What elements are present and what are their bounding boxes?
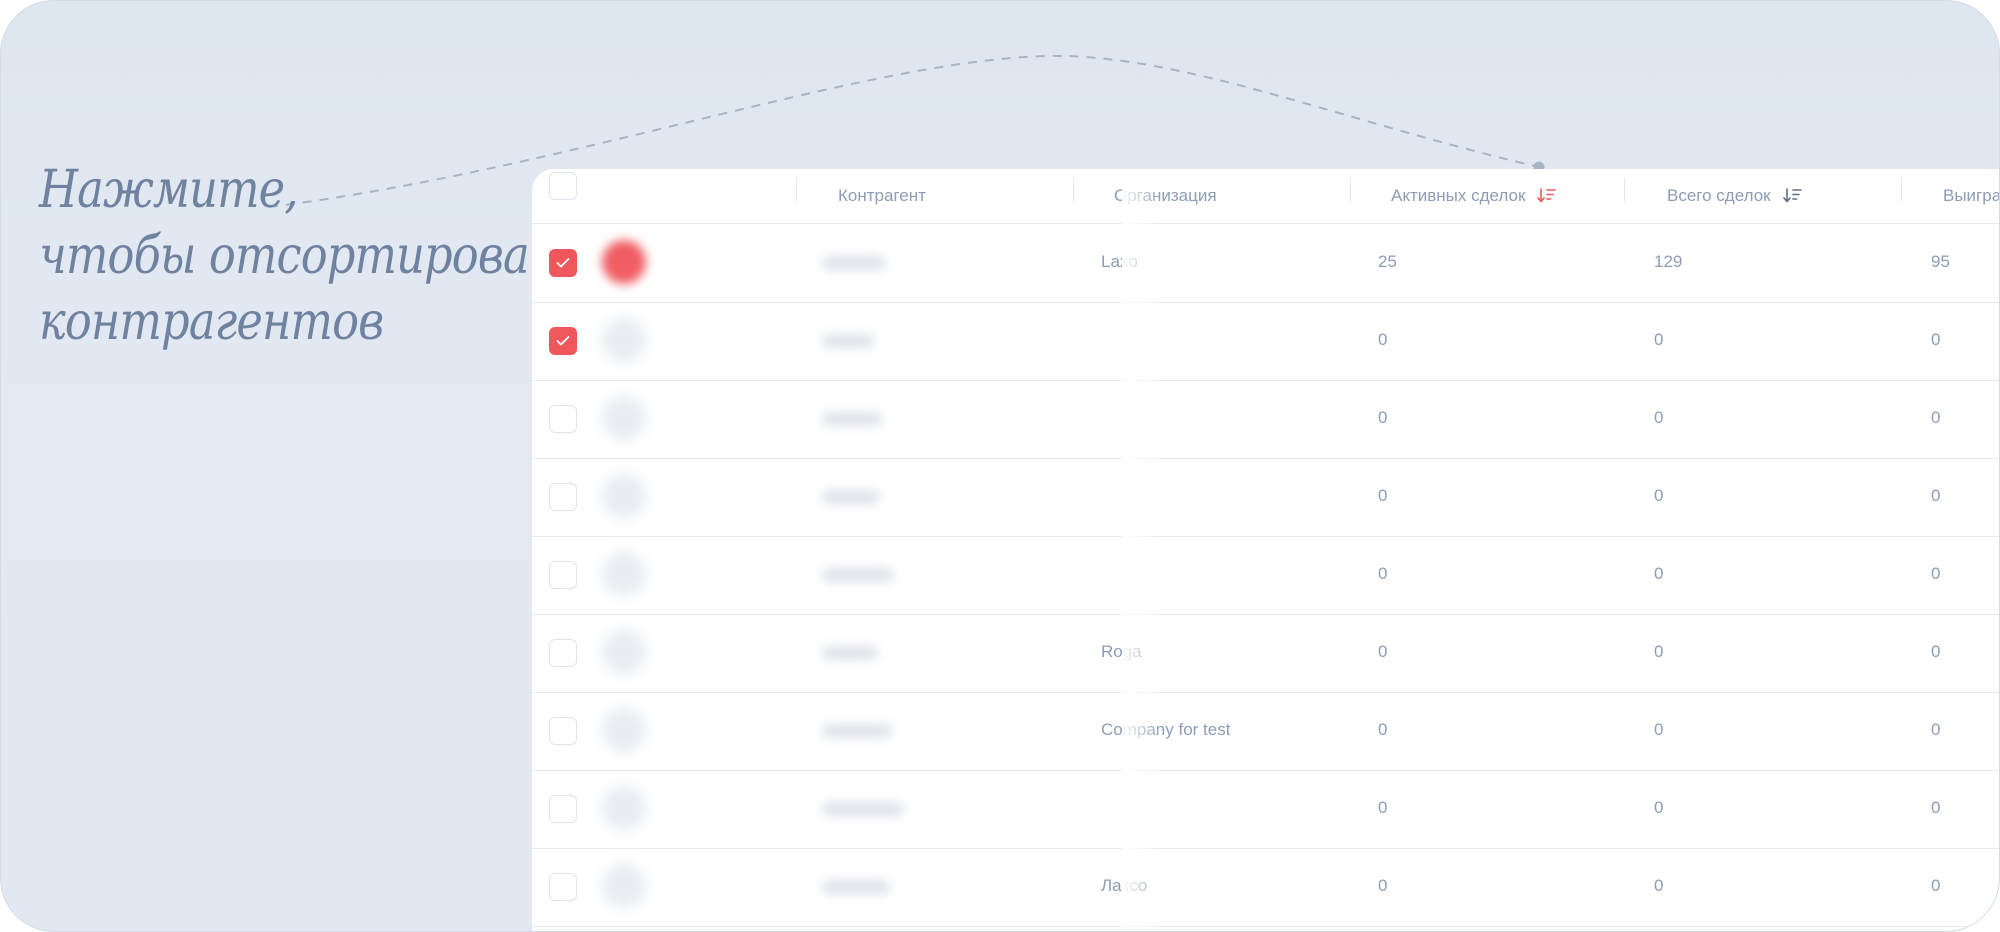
hint-line-2: чтобы отсортировать	[39, 226, 595, 286]
won-deals-cell: 0	[1931, 642, 1941, 661]
table-row[interactable]: Лаксо 0 0 0	[532, 848, 1999, 927]
won-deals-cell: 0	[1931, 720, 1941, 739]
counterparty-name-blurred	[822, 412, 882, 426]
row-checkbox[interactable]	[549, 327, 577, 355]
total-deals-cell: 0	[1654, 330, 1664, 349]
column-header-label: Выигра	[1943, 186, 2000, 205]
active-deals-cell: 0	[1378, 720, 1388, 739]
row-checkbox[interactable]	[549, 561, 577, 589]
avatar	[602, 474, 646, 518]
avatar	[602, 318, 646, 362]
won-deals-cell: 0	[1931, 408, 1941, 427]
row-checkbox[interactable]	[549, 639, 577, 667]
column-separator	[1073, 178, 1074, 202]
avatar	[602, 786, 646, 830]
counterparty-name-blurred	[822, 490, 880, 504]
column-header-organization[interactable]: Организация	[1114, 169, 1217, 223]
total-deals-cell: 0	[1654, 564, 1664, 583]
won-deals-cell: 95	[1931, 252, 1950, 271]
avatar	[602, 630, 646, 674]
row-checkbox[interactable]	[549, 873, 577, 901]
row-checkbox[interactable]	[549, 717, 577, 745]
active-deals-cell: 25	[1378, 252, 1397, 271]
table-row[interactable]: Company for test 0 0 0	[532, 692, 1999, 771]
column-separator	[1624, 178, 1625, 202]
hint-line-3: контрагентов	[39, 292, 384, 352]
row-checkbox[interactable]	[549, 405, 577, 433]
active-deals-cell: 0	[1378, 486, 1388, 505]
active-deals-cell: 0	[1378, 408, 1388, 427]
active-deals-cell: 0	[1378, 876, 1388, 895]
counterparty-name-blurred	[822, 568, 894, 582]
organization-cell: Company for test	[1101, 720, 1231, 739]
column-header-active-deals[interactable]: Активных сделок	[1391, 169, 1557, 223]
counterparties-table: Контрагент Организация Активных сделок В…	[532, 169, 2000, 931]
total-deals-cell: 0	[1654, 642, 1664, 661]
table-row[interactable]: Laxo 25 129 95	[532, 224, 1999, 303]
table-row[interactable]: 0 0 0	[532, 380, 1999, 459]
active-deals-cell: 0	[1378, 564, 1388, 583]
column-separator	[796, 178, 797, 202]
counterparty-name-blurred	[822, 880, 890, 894]
checkmark-icon	[556, 336, 570, 346]
checkmark-icon	[556, 258, 570, 268]
table-header: Контрагент Организация Активных сделок В…	[532, 169, 2000, 224]
column-header-counterparty[interactable]: Контрагент	[838, 169, 926, 223]
won-deals-cell: 0	[1931, 330, 1941, 349]
active-deals-cell: 0	[1378, 798, 1388, 817]
total-deals-cell: 0	[1654, 408, 1664, 427]
organization-cell: Roga	[1101, 642, 1142, 661]
avatar	[602, 864, 646, 908]
total-deals-cell: 0	[1654, 876, 1664, 895]
won-deals-cell: 0	[1931, 876, 1941, 895]
avatar	[602, 552, 646, 596]
counterparty-name-blurred	[822, 646, 878, 660]
won-deals-cell: 0	[1931, 798, 1941, 817]
total-deals-cell: 129	[1654, 252, 1683, 271]
row-checkbox[interactable]	[549, 249, 577, 277]
won-deals-cell: 0	[1931, 564, 1941, 583]
table-row[interactable]: 0 0 0	[532, 458, 1999, 537]
total-deals-cell: 0	[1654, 720, 1664, 739]
column-separator	[1350, 178, 1351, 202]
table-row[interactable]: 0 0 0	[532, 536, 1999, 615]
counterparty-name-blurred	[822, 724, 892, 738]
counterparty-name-blurred	[822, 802, 904, 816]
table-row[interactable]: 0 0 0	[532, 302, 1999, 381]
row-checkbox[interactable]	[549, 795, 577, 823]
organization-cell: Лаксо	[1101, 876, 1148, 895]
column-header-label: Организация	[1114, 186, 1217, 205]
sort-descending-icon[interactable]	[1782, 187, 1803, 205]
counterparty-name-blurred	[822, 256, 886, 270]
organization-cell: Laxo	[1101, 252, 1138, 271]
sort-descending-icon[interactable]	[1537, 187, 1557, 205]
sort-hint: Нажмите, чтобы отсортировать контрагенто…	[39, 157, 595, 355]
won-deals-cell: 0	[1931, 486, 1941, 505]
select-all-checkbox[interactable]	[549, 172, 577, 200]
column-header-label: Активных сделок	[1391, 186, 1526, 205]
column-header-total-deals[interactable]: Всего сделок	[1667, 169, 1803, 223]
hint-line-1: Нажмите,	[39, 160, 298, 220]
column-separator	[1901, 178, 1902, 202]
table-row[interactable]: Roga 0 0 0	[532, 614, 1999, 693]
column-header-label: Всего сделок	[1667, 186, 1771, 205]
total-deals-cell: 0	[1654, 486, 1664, 505]
column-header-label: Контрагент	[838, 186, 926, 205]
active-deals-cell: 0	[1378, 642, 1388, 661]
app-frame: Нажмите, чтобы отсортировать контрагенто…	[0, 0, 2000, 932]
avatar	[602, 240, 646, 284]
row-checkbox[interactable]	[549, 483, 577, 511]
table-row[interactable]: 0 0 0	[532, 770, 1999, 849]
total-deals-cell: 0	[1654, 798, 1664, 817]
avatar	[602, 708, 646, 752]
avatar	[602, 396, 646, 440]
active-deals-cell: 0	[1378, 330, 1388, 349]
counterparty-name-blurred	[822, 334, 874, 348]
column-header-won[interactable]: Выигра	[1943, 169, 2000, 223]
